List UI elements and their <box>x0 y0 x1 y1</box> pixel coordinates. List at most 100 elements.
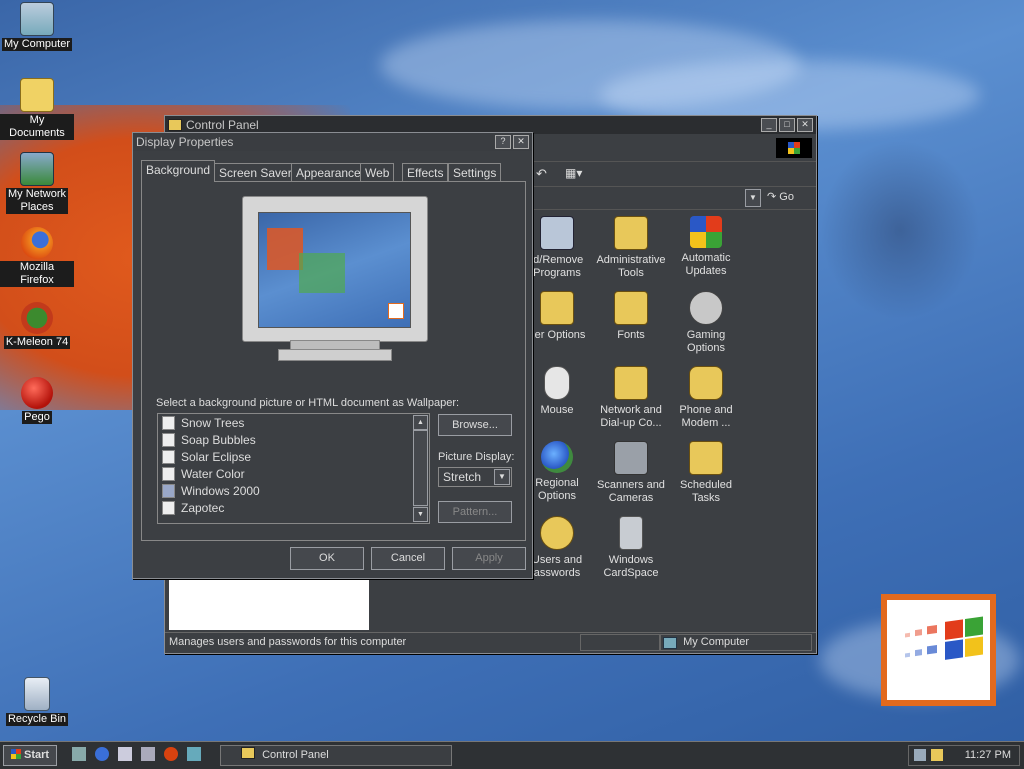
html-document-icon <box>162 432 175 447</box>
add-remove-programs-icon <box>540 216 574 250</box>
outlook-express-icon[interactable] <box>118 747 133 761</box>
html-document-icon <box>162 449 175 464</box>
phone-icon <box>689 366 723 400</box>
display-properties-titlebar[interactable]: Display Properties ? ✕ <box>133 133 532 151</box>
tab-appearance[interactable]: Appearance <box>291 163 366 182</box>
chevron-down-icon[interactable]: ▼ <box>494 469 510 485</box>
cp-item-label: Gaming Options <box>686 329 726 354</box>
taskbar: Start Control Panel 11:27 PM <box>0 741 1024 769</box>
scroll-thumb[interactable] <box>413 430 428 506</box>
network-icon <box>20 152 54 186</box>
scroll-up-button[interactable]: ▲ <box>413 415 428 430</box>
cp-item-scheduled-tasks[interactable]: Scheduled Tasks <box>668 441 744 505</box>
control-panel-icon <box>241 747 255 759</box>
cp-item-label: Fonts <box>617 329 645 341</box>
go-arrow-icon: ↷ <box>767 191 777 203</box>
automatic-updates-icon <box>690 216 722 248</box>
list-item[interactable]: Water Color <box>158 465 429 482</box>
list-item[interactable]: Soap Bubbles <box>158 431 429 448</box>
close-button[interactable]: ✕ <box>513 135 529 149</box>
desktop-icon-my-documents[interactable]: My Documents <box>0 78 74 140</box>
help-button[interactable]: ? <box>495 135 511 149</box>
firefox-icon[interactable] <box>164 747 179 761</box>
list-item-label: Zapotec <box>181 500 225 515</box>
cp-item-label: Network and Dial-up Co... <box>600 404 662 429</box>
cp-item-label: Phone and Modem ... <box>679 404 733 429</box>
wallpaper-list[interactable]: Snow Trees Soap Bubbles Solar Eclipse Wa… <box>157 413 430 524</box>
go-button[interactable]: ↷ Go <box>767 189 809 206</box>
cp-item-automatic-updates[interactable]: Automatic Updates <box>668 216 744 278</box>
tab-label: Screen Saver <box>219 166 292 180</box>
control-panel-title: Control Panel <box>186 118 259 132</box>
desktop-icon-label: Recycle Bin <box>5 713 69 726</box>
cancel-button[interactable]: Cancel <box>371 547 445 570</box>
list-item[interactable]: Solar Eclipse <box>158 448 429 465</box>
desktop-icon-my-network-places[interactable]: My Network Places <box>0 152 74 214</box>
launch-icon[interactable] <box>187 747 202 761</box>
cp-item-label: Automatic Updates <box>681 252 731 277</box>
cp-item-gaming-options[interactable]: Gaming Options <box>668 291 744 355</box>
address-dropdown-button[interactable]: ▼ <box>745 189 761 207</box>
tab-screen-saver[interactable]: Screen Saver <box>214 163 297 182</box>
scroll-down-button[interactable]: ▼ <box>413 507 428 522</box>
close-button[interactable]: ✕ <box>797 118 813 132</box>
desktop-icon-k-meleon[interactable]: K-Meleon 74 <box>0 302 74 349</box>
pego-icon <box>21 377 53 409</box>
windows-logo <box>881 594 996 706</box>
undo-icon[interactable]: ↶ <box>536 166 547 182</box>
desktop-icon-recycle-bin[interactable]: Recycle Bin <box>0 677 74 726</box>
cp-item-phone-modem[interactable]: Phone and Modem ... <box>668 366 744 430</box>
desktop-icon-firefox[interactable]: Mozilla Firefox <box>0 227 74 287</box>
tab-settings[interactable]: Settings <box>448 163 502 182</box>
fonts-icon <box>614 291 648 325</box>
desktop-icon-pego[interactable]: Pego <box>0 377 74 424</box>
update-tray-icon[interactable] <box>931 749 943 761</box>
cp-item-administrative-tools[interactable]: Administrative Tools <box>593 216 669 280</box>
monitor-preview <box>242 196 428 342</box>
cp-item-windows-cardspace[interactable]: Windows CardSpace <box>593 516 669 580</box>
maximize-button[interactable]: □ <box>779 118 795 132</box>
minimize-button[interactable]: _ <box>761 118 777 132</box>
globe-icon <box>541 441 573 473</box>
recycle-bin-icon <box>24 677 50 711</box>
taskbar-button-control-panel[interactable]: Control Panel <box>220 745 452 766</box>
cp-item-label: Windows CardSpace <box>603 554 659 579</box>
list-item[interactable]: Zapotec <box>158 499 429 516</box>
media-player-icon[interactable] <box>141 747 156 761</box>
tab-background[interactable]: Background <box>141 160 216 182</box>
tab-effects[interactable]: Effects <box>402 163 449 182</box>
monitor-base <box>278 349 392 361</box>
list-item[interactable]: Windows 2000 <box>158 482 429 499</box>
scanner-icon <box>614 441 648 475</box>
html-document-icon <box>162 466 175 481</box>
tab-label: Appearance <box>296 166 361 180</box>
desktop-icon-my-computer[interactable]: My Computer <box>0 2 74 51</box>
internet-explorer-icon[interactable] <box>95 747 110 761</box>
html-document-icon <box>162 415 175 430</box>
network-tray-icon[interactable] <box>914 749 926 761</box>
cp-item-label: Mouse <box>540 404 574 416</box>
cp-item-scanners-cameras[interactable]: Scanners and Cameras <box>593 441 669 505</box>
system-tray: 11:27 PM <box>908 745 1020 766</box>
list-scrollbar[interactable]: ▲ ▼ <box>413 415 428 522</box>
clock: 11:27 PM <box>964 749 1011 761</box>
views-icon[interactable]: ▦▾ <box>565 166 582 180</box>
status-text: Manages users and passwords for this com… <box>169 636 407 648</box>
browse-button[interactable]: Browse... <box>438 414 512 436</box>
cp-item-fonts[interactable]: Fonts <box>593 291 669 342</box>
list-item[interactable]: Snow Trees <box>158 414 429 431</box>
tab-web[interactable]: Web <box>360 163 395 182</box>
computer-icon <box>20 2 54 36</box>
picture-display-value: Stretch <box>443 470 482 484</box>
show-desktop-icon[interactable] <box>72 747 86 761</box>
ok-button[interactable]: OK <box>290 547 364 570</box>
apply-button[interactable]: Apply <box>452 547 526 570</box>
pattern-button[interactable]: Pattern... <box>438 501 512 523</box>
kmeleon-icon <box>21 302 53 334</box>
picture-display-select[interactable]: Stretch ▼ <box>438 467 512 487</box>
start-button[interactable]: Start <box>3 745 57 766</box>
list-item-label: Solar Eclipse <box>181 449 252 464</box>
wallpaper-shadow <box>820 140 980 320</box>
tab-label: Background <box>146 163 211 177</box>
cp-item-network-dialup[interactable]: Network and Dial-up Co... <box>593 366 669 430</box>
